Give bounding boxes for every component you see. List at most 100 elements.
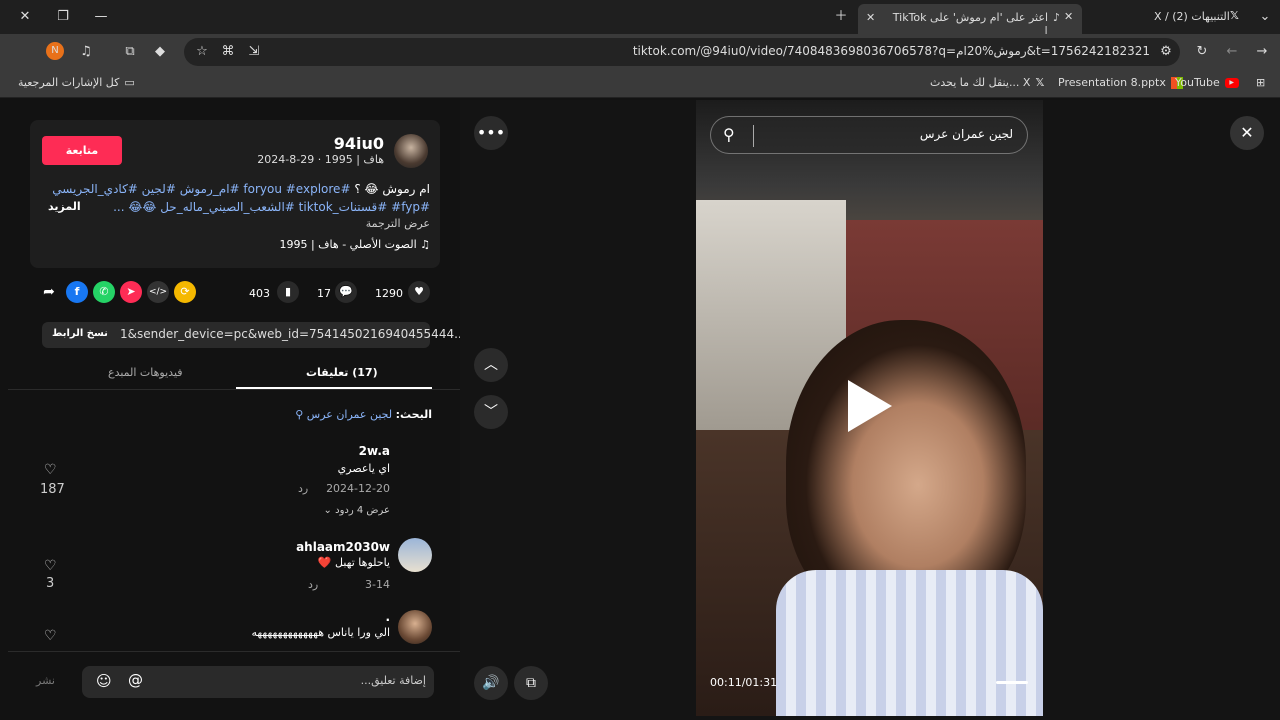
comment-username[interactable]: 2w.a: [359, 444, 390, 458]
more-button[interactable]: المزيد: [48, 200, 81, 213]
comment-like-icon[interactable]: ♡: [44, 558, 57, 574]
likes-count: 1290: [375, 287, 403, 300]
share-arrow-icon[interactable]: ➦: [38, 281, 60, 303]
translate-icon[interactable]: ⌘: [218, 42, 238, 62]
close-tab-icon[interactable]: ✕: [866, 11, 875, 24]
tab-search-icon[interactable]: ⌄: [1256, 8, 1274, 26]
comment-input[interactable]: ☺ @ إضافة تعليق...: [82, 666, 434, 698]
commenter-avatar[interactable]: [398, 610, 432, 644]
repost-icon[interactable]: ⟳: [174, 281, 196, 303]
media-icon[interactable]: ♫: [76, 42, 96, 62]
tab-comments[interactable]: (17) تعليقات: [306, 366, 378, 379]
comment-like-icon[interactable]: ♡: [44, 462, 57, 478]
site-settings-icon[interactable]: ⚙: [1156, 42, 1176, 62]
comment-like-count: 3: [46, 576, 55, 591]
play-icon[interactable]: [848, 380, 892, 432]
all-bookmarks[interactable]: كل الإشارات المرجعية ▭: [18, 76, 135, 89]
sound-info[interactable]: ♫ الصوت الأصلي - هاف | 1995: [279, 238, 430, 251]
bookmark-label: ينقل لك ما يحدث... X: [930, 76, 1031, 89]
browser-title-bar: ✕ ❐ — ＋ ✕ اعثر على 'ام رموش' على TikTok …: [0, 0, 1280, 37]
tab-tiktok[interactable]: ✕ اعثر على 'ام رموش' على TikTok | ♪: [858, 4, 1082, 37]
translate-link[interactable]: عرض الترجمة: [366, 217, 430, 230]
comment-composer: نشر ☺ @ إضافة تعليق...: [8, 651, 460, 720]
commenter-avatar[interactable]: [398, 538, 432, 572]
close-tab-icon[interactable]: ✕: [1064, 10, 1073, 23]
checkered-shirt: [776, 570, 1043, 716]
tab-creator-videos[interactable]: فيديوهات المبدع: [108, 366, 183, 379]
comment-icon[interactable]: 💬: [335, 281, 357, 303]
whatsapp-icon[interactable]: ✆: [93, 281, 115, 303]
follow-button[interactable]: متابعة: [42, 136, 122, 165]
x-logo-icon: 𝕏: [1035, 76, 1045, 89]
minimize-window-icon[interactable]: —: [92, 8, 110, 26]
heart-icon[interactable]: ♥: [408, 281, 430, 303]
pip-icon[interactable]: ⧉: [514, 666, 548, 700]
diamond-icon[interactable]: ◆: [150, 42, 170, 62]
caption-text: ام رموش 😂 ؟: [354, 182, 430, 196]
apps-grid-icon[interactable]: ⊞: [1256, 76, 1265, 89]
bookmark-label: Presentation 8.pptx: [1058, 76, 1166, 89]
comment-date: 2024-12-20: [326, 482, 390, 495]
search-icon: ⚲: [295, 408, 304, 421]
facebook-icon[interactable]: f: [66, 281, 88, 303]
sound-label: الصوت الأصلي - هاف | 1995: [279, 238, 417, 251]
previous-video-icon[interactable]: ︿: [474, 348, 508, 382]
chevron-down-icon: ⌄: [323, 505, 332, 516]
close-window-icon[interactable]: ✕: [16, 8, 34, 26]
reply-button[interactable]: رد: [308, 578, 318, 591]
reload-icon[interactable]: ↻: [1192, 42, 1212, 62]
video-player-area: ••• ︿ ﹀ 🔊 ⧉ ✕ ⚲ لجين عمران عرس 00:11/01:…: [460, 100, 1280, 720]
tiktok-icon: ♪: [1052, 11, 1060, 24]
view-replies-button[interactable]: عرض 4 ردود ⌄: [324, 505, 390, 516]
close-video-icon[interactable]: ✕: [1230, 116, 1264, 150]
share-link-text[interactable]: 1&sender_device=pc&web_id=75414502169404…: [120, 327, 466, 341]
x-logo-icon: 𝕏: [1230, 9, 1239, 22]
author-username[interactable]: 94iu0: [334, 134, 384, 153]
search-query-link[interactable]: لجين عمران عرس: [307, 408, 392, 421]
author-subline: هاف | 1995 · 29-8-2024: [257, 153, 384, 166]
share-link-bar: نسخ الرابط 1&sender_device=pc&web_id=754…: [42, 322, 466, 348]
forward-icon[interactable]: ←: [1222, 42, 1242, 62]
search-prefix: البحث:: [395, 408, 432, 421]
reply-button[interactable]: رد: [298, 482, 308, 495]
author-avatar[interactable]: [394, 134, 428, 168]
install-icon[interactable]: ⇲: [244, 42, 264, 62]
bookmark-presentation[interactable]: Presentation 8.pptx: [1058, 76, 1183, 89]
comment-like-icon[interactable]: ♡: [44, 628, 57, 644]
search-row: البحث: لجين عمران عرس ⚲: [295, 408, 432, 421]
comment-username[interactable]: .: [385, 610, 390, 624]
comment-username[interactable]: ahlaam2030w: [296, 540, 390, 554]
comment-text: اي ياعصري: [337, 462, 390, 475]
star-icon[interactable]: ☆: [192, 42, 212, 62]
bookmark-youtube[interactable]: YouTube ▶: [1175, 76, 1239, 89]
hashtags-line-1[interactable]: #foryou #explore #ام_رموش #لجين #كادي_ال…: [52, 182, 350, 196]
address-bar[interactable]: ☆ ⌘ ⇲ tiktok.com/@94iu0/video/7408483698…: [184, 38, 1180, 66]
video-frame[interactable]: ⚲ لجين عمران عرس 00:11/01:31: [696, 100, 1043, 716]
browser-toolbar: N ♫ ⧉ ◆ ☆ ⌘ ⇲ tiktok.com/@94iu0/video/74…: [0, 34, 1280, 70]
volume-icon[interactable]: 🔊: [474, 666, 508, 700]
post-comment-button[interactable]: نشر: [36, 674, 55, 687]
next-video-icon[interactable]: ﹀: [474, 395, 508, 429]
copy-link-button[interactable]: نسخ الرابط: [52, 328, 108, 339]
comment-date: 3-14: [365, 578, 390, 591]
extensions-icon[interactable]: ⧉: [120, 42, 140, 62]
mention-icon[interactable]: @: [128, 671, 143, 689]
bookmark-icon[interactable]: ▮: [277, 281, 299, 303]
bookmark-x[interactable]: ينقل لك ما يحدث... X 𝕏: [930, 76, 1044, 89]
folder-icon: ▭: [124, 76, 135, 89]
emoji-icon[interactable]: ☺: [96, 672, 112, 690]
profile-avatar[interactable]: N: [46, 42, 64, 60]
back-icon[interactable]: →: [1252, 42, 1272, 62]
more-options-icon[interactable]: •••: [474, 116, 508, 150]
hashtags-line-2[interactable]: #fyp# #قستنات_tiktok #الشعب_الصيني_ماله_…: [113, 200, 430, 214]
video-search-bar[interactable]: ⚲ لجين عمران عرس: [710, 116, 1028, 154]
new-tab-icon[interactable]: ＋: [832, 8, 850, 26]
action-row: ➦ f ✆ ➤ </> ⟳ 403 ▮ 17 💬 1290 ♥: [8, 281, 460, 309]
send-icon[interactable]: ➤: [120, 281, 142, 303]
comment-item: . الي ورا ياناس هههههههههههههه ♡: [8, 608, 460, 650]
restore-window-icon[interactable]: ❐: [54, 8, 72, 26]
video-progress-bar[interactable]: [996, 681, 1028, 684]
embed-icon[interactable]: </>: [147, 281, 169, 303]
tab-x-notifications[interactable]: ✕ X / التنبيهات (2) 𝕏: [1060, 4, 1250, 30]
comments-tabs: فيديوهات المبدع (17) تعليقات: [8, 358, 460, 390]
